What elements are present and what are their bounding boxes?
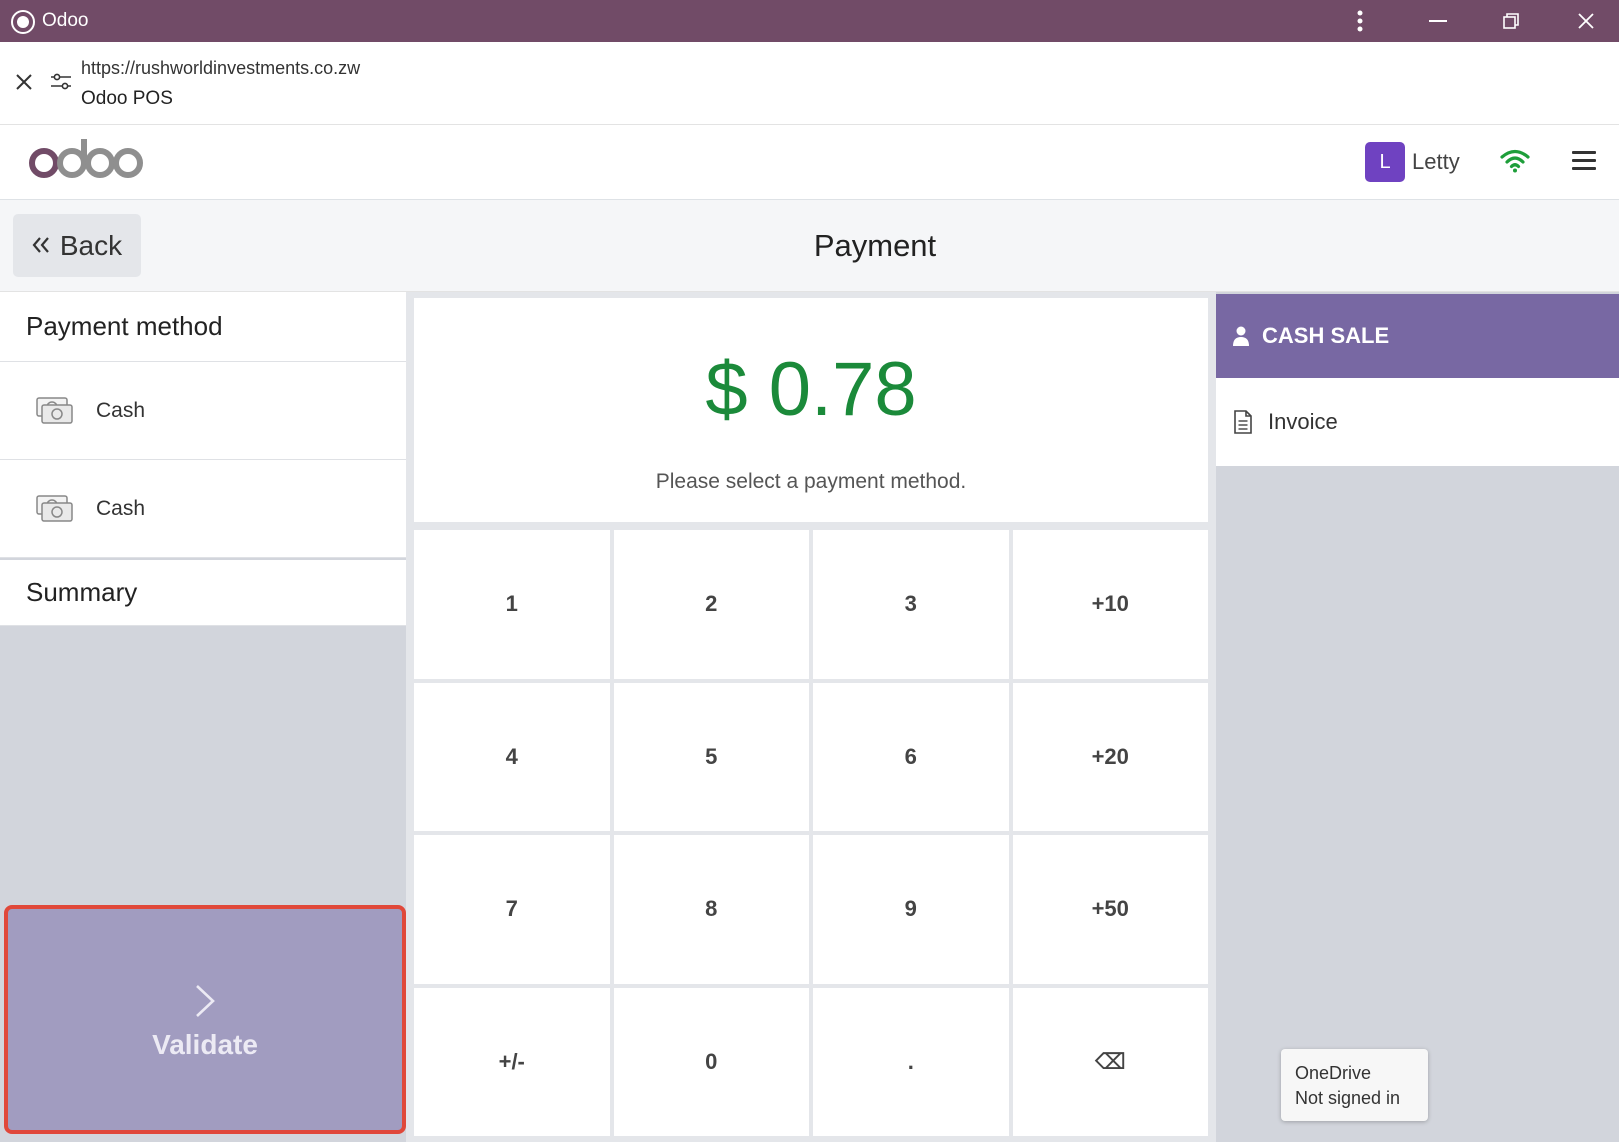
payment-method-title: Payment method bbox=[0, 292, 406, 362]
person-icon bbox=[1233, 326, 1249, 346]
payment-method-panel: Payment method Cash Cash Summary Validat… bbox=[0, 292, 406, 1142]
numpad-key-6[interactable]: 6 bbox=[813, 682, 1009, 831]
numpad-key-4[interactable]: 4 bbox=[414, 682, 610, 831]
numpad-key-8[interactable]: 8 bbox=[613, 835, 809, 984]
restore-icon[interactable] bbox=[1476, 0, 1546, 42]
amount-display: $ 0.78 Please select a payment method. bbox=[414, 298, 1208, 522]
minimize-icon[interactable] bbox=[1403, 0, 1473, 42]
numpad-key-3[interactable]: 3 bbox=[813, 530, 1009, 679]
avatar: L bbox=[1365, 142, 1405, 182]
page-name: Odoo POS bbox=[81, 88, 173, 109]
customer-label: CASH SALE bbox=[1262, 323, 1390, 348]
more-options-icon[interactable] bbox=[1325, 0, 1395, 42]
validate-button[interactable]: Validate bbox=[4, 905, 406, 1134]
numpad-key-plus-20[interactable]: +20 bbox=[1012, 682, 1208, 831]
tooltip-line-1: OneDrive bbox=[1295, 1063, 1372, 1083]
close-icon[interactable] bbox=[15, 70, 33, 98]
money-icon bbox=[36, 396, 73, 424]
page-title: Payment bbox=[813, 228, 937, 263]
validate-label: Validate bbox=[152, 1028, 258, 1060]
invoice-label: Invoice bbox=[1268, 409, 1338, 434]
close-window-icon[interactable] bbox=[1551, 0, 1619, 42]
payment-method-label: Cash bbox=[96, 496, 146, 520]
hamburger-menu-icon[interactable] bbox=[1572, 151, 1596, 171]
window-titlebar: Odoo bbox=[0, 0, 1619, 42]
user-name: Letty bbox=[1412, 149, 1460, 174]
odoo-logo bbox=[28, 135, 148, 193]
address-bar: https://rushworldinvestments.co.zw Odoo … bbox=[0, 42, 1619, 125]
payment-method-label: Cash bbox=[96, 398, 146, 422]
numpad-key-plus-10[interactable]: +10 bbox=[1012, 530, 1208, 679]
site-settings-icon[interactable] bbox=[51, 70, 71, 98]
numpad-key-plus-50[interactable]: +50 bbox=[1012, 835, 1208, 984]
chevron-right-icon bbox=[194, 979, 216, 1025]
onedrive-tooltip: OneDrive Not signed in bbox=[1281, 1049, 1428, 1121]
numpad-key-decimal[interactable]: . bbox=[813, 987, 1009, 1136]
customer-panel: CASH SALE Invoice bbox=[1216, 292, 1619, 1142]
odoo-app-icon bbox=[11, 10, 35, 34]
pos-header: L Letty bbox=[0, 125, 1619, 200]
numpad-key-0[interactable]: 0 bbox=[613, 987, 809, 1136]
numpad-key-2[interactable]: 2 bbox=[613, 530, 809, 679]
page-url: https://rushworldinvestments.co.zw bbox=[81, 58, 361, 78]
payment-method-cash[interactable]: Cash bbox=[0, 362, 406, 460]
numpad-key-plus-minus[interactable]: +/- bbox=[414, 987, 610, 1136]
summary-title: Summary bbox=[0, 560, 406, 626]
control-bar: Back Payment bbox=[0, 200, 1619, 292]
tooltip-line-2: Not signed in bbox=[1295, 1088, 1401, 1108]
invoice-button[interactable]: Invoice bbox=[1216, 378, 1619, 466]
payment-hint: Please select a payment method. bbox=[655, 470, 967, 493]
customer-button[interactable]: CASH SALE bbox=[1216, 294, 1619, 378]
numpad-key-9[interactable]: 9 bbox=[813, 835, 1009, 984]
numpad-key-5[interactable]: 5 bbox=[613, 682, 809, 831]
user-menu[interactable]: L Letty bbox=[1365, 142, 1460, 182]
payment-method-cash[interactable]: Cash bbox=[0, 460, 406, 558]
numpad: 1 2 3 +10 4 5 6 +20 7 8 9 +50 +/- 0 . ⌫ bbox=[414, 530, 1208, 1136]
invoice-document-icon bbox=[1234, 410, 1252, 434]
payment-center-panel: $ 0.78 Please select a payment method. 1… bbox=[406, 292, 1216, 1142]
money-icon bbox=[36, 494, 73, 522]
window-title: Odoo bbox=[42, 10, 89, 31]
amount-due: $ 0.78 bbox=[705, 347, 917, 432]
wifi-icon bbox=[1500, 149, 1530, 173]
numpad-key-1[interactable]: 1 bbox=[414, 530, 610, 679]
backspace-icon[interactable]: ⌫ bbox=[1012, 987, 1208, 1136]
numpad-key-7[interactable]: 7 bbox=[414, 835, 610, 984]
